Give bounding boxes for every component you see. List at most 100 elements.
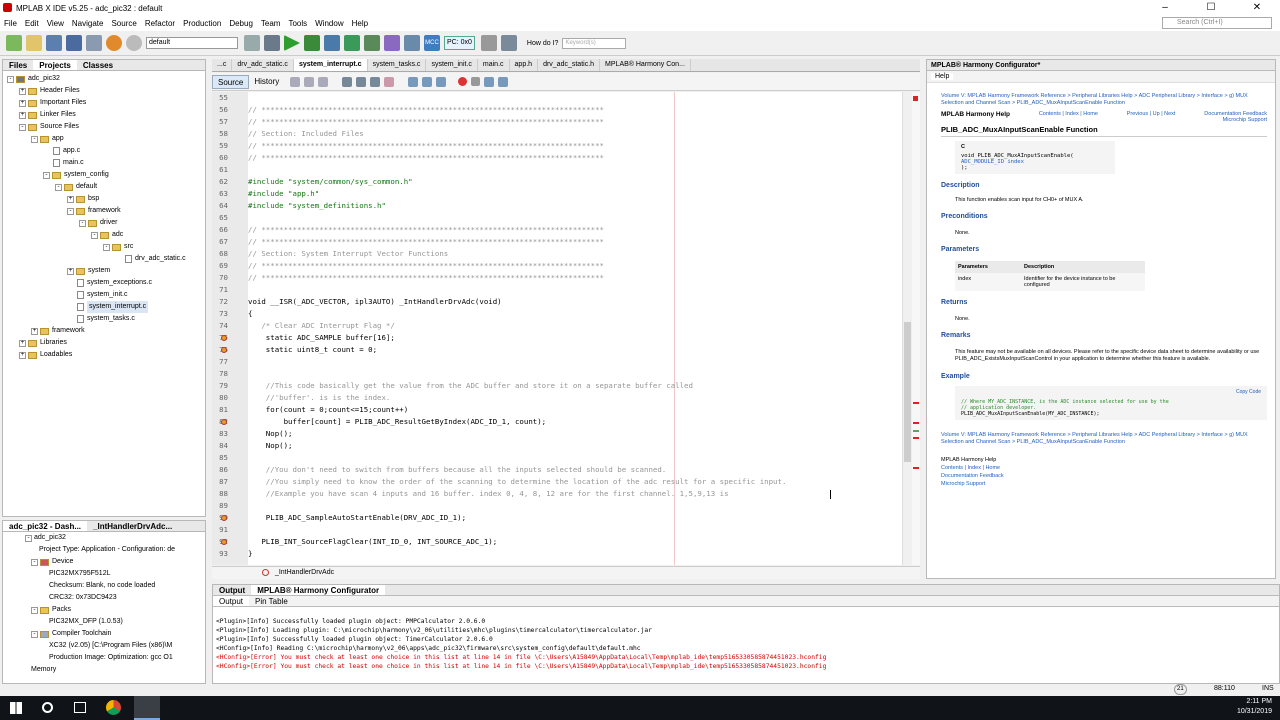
code-line[interactable]: 81 for(count = 0;count<=15;count++) xyxy=(212,404,912,416)
tree-item[interactable]: - adc_pic32 xyxy=(5,73,205,85)
hold-reset-icon[interactable] xyxy=(404,35,420,51)
save-all-icon[interactable] xyxy=(66,35,82,51)
line-number[interactable]: 62 xyxy=(212,176,228,188)
tree-item[interactable]: - default xyxy=(5,181,205,193)
tab-files[interactable]: Files xyxy=(3,60,33,70)
program-device-icon[interactable] xyxy=(304,35,320,51)
tab-editor[interactable]: drv_adc_static.h xyxy=(538,59,601,71)
expand-icon[interactable]: + xyxy=(19,339,26,347)
expand-icon[interactable]: + xyxy=(19,351,26,359)
tree-item[interactable]: - driver xyxy=(5,217,205,229)
code-line[interactable]: 60 // ***********************************… xyxy=(212,152,912,164)
collapse-icon[interactable]: - xyxy=(25,534,32,542)
code-line[interactable]: 72 void __ISR(_ADC_VECTOR, ipl3AUTO) _Int… xyxy=(212,296,912,308)
line-number[interactable]: 61 xyxy=(212,164,228,176)
help-footer-support[interactable]: Microchip Support xyxy=(941,480,1267,488)
line-number[interactable]: 69 xyxy=(212,260,228,272)
collapse-icon[interactable]: - xyxy=(19,123,26,131)
find-icon[interactable] xyxy=(342,76,353,87)
task-view-icon[interactable] xyxy=(74,702,86,713)
editor-scrollbar[interactable] xyxy=(902,92,912,565)
memory-icon[interactable] xyxy=(480,35,497,51)
configuration-select[interactable]: default xyxy=(146,37,238,49)
warning-marker[interactable] xyxy=(913,430,919,432)
line-number[interactable]: 84 xyxy=(212,440,228,452)
new-file-icon[interactable] xyxy=(26,35,42,51)
line-number[interactable]: 63 xyxy=(212,188,228,200)
debug-icon[interactable] xyxy=(324,35,340,51)
tree-item[interactable]: main.c xyxy=(5,157,205,169)
mplab-taskbar-icon[interactable] xyxy=(134,696,160,720)
collapse-icon[interactable]: - xyxy=(43,171,50,179)
build-icon[interactable] xyxy=(264,35,280,51)
collapse-icon[interactable]: - xyxy=(7,75,14,83)
tree-item[interactable]: + framework xyxy=(5,325,205,337)
line-number[interactable]: 86 xyxy=(212,464,228,476)
line-number[interactable]: 72 xyxy=(212,296,228,308)
tree-item[interactable]: - app xyxy=(5,133,205,145)
line-number[interactable]: 56 xyxy=(212,104,228,116)
code-editor[interactable]: 55 56 // *********************************… xyxy=(212,92,912,565)
read-device-icon[interactable] xyxy=(384,35,400,51)
code-line[interactable]: 83 Nop(); xyxy=(212,428,912,440)
find-next-icon[interactable] xyxy=(370,76,381,87)
uncomment-icon[interactable] xyxy=(498,76,509,87)
collapse-icon[interactable]: - xyxy=(79,219,86,227)
code-line[interactable]: 69 // ***********************************… xyxy=(212,260,912,272)
line-number[interactable]: 93 xyxy=(212,548,228,560)
shift-right-icon[interactable] xyxy=(436,76,447,87)
warning-glyph-icon[interactable] xyxy=(221,419,227,425)
help-subtab[interactable]: Help xyxy=(931,73,954,80)
line-number[interactable]: 87 xyxy=(212,476,228,488)
menu-navigate[interactable]: Navigate xyxy=(72,19,104,28)
dash-item[interactable]: - Device xyxy=(25,556,205,568)
menu-file[interactable]: File xyxy=(4,19,17,28)
new-project-icon[interactable] xyxy=(6,35,22,51)
run-icon[interactable] xyxy=(284,35,300,51)
close-project-icon[interactable] xyxy=(86,35,102,51)
last-edit-icon[interactable] xyxy=(290,76,301,87)
tree-item[interactable]: + bsp xyxy=(5,193,205,205)
code-line[interactable]: 70 // ***********************************… xyxy=(212,272,912,284)
line-number[interactable]: 70 xyxy=(212,272,228,284)
tab-output[interactable]: Output xyxy=(213,585,251,595)
tab-editor-active[interactable]: system_interrupt.c xyxy=(293,59,368,71)
code-line[interactable]: 86 //You don't need to switch from buffe… xyxy=(212,464,912,476)
code-line[interactable]: 57 // ***********************************… xyxy=(212,116,912,128)
code-line[interactable]: 91 xyxy=(212,524,912,536)
code-line[interactable]: 89 xyxy=(212,500,912,512)
tab-projects[interactable]: Projects xyxy=(33,60,77,70)
code-line[interactable]: 85 xyxy=(212,452,912,464)
code-line[interactable]: 92 PLIB_INT_SourceFlagClear(INT_ID_0, IN… xyxy=(212,536,912,548)
dash-item[interactable]: - adc_pic32 xyxy=(25,532,205,544)
error-marker[interactable] xyxy=(913,96,918,101)
code-line[interactable]: 84 Nop(); xyxy=(212,440,912,452)
code-line[interactable]: 63 #include "app.h" xyxy=(212,188,912,200)
line-number[interactable]: 60 xyxy=(212,152,228,164)
expand-icon[interactable]: + xyxy=(31,327,38,335)
tab-editor[interactable]: ...c xyxy=(212,59,233,71)
code-line[interactable]: 88 //Example you have scan 4 inputs and … xyxy=(212,488,912,500)
error-marker[interactable] xyxy=(913,402,919,404)
code-line[interactable]: 79 //This code basically get the value f… xyxy=(212,380,912,392)
code-line[interactable]: 73 { xyxy=(212,308,912,320)
line-number[interactable]: 91 xyxy=(212,524,228,536)
find-previous-icon[interactable] xyxy=(356,76,367,87)
line-number[interactable]: 55 xyxy=(212,92,228,104)
search-input[interactable]: Search (Ctrl+I) xyxy=(1162,17,1272,29)
shift-left-icon[interactable] xyxy=(422,76,433,87)
tree-item[interactable]: + Loadables xyxy=(5,349,205,361)
line-number[interactable]: 66 xyxy=(212,224,228,236)
menu-view[interactable]: View xyxy=(47,19,64,28)
subtab-pin-table[interactable]: Pin Table xyxy=(249,596,294,606)
debug-main-project-icon[interactable] xyxy=(344,35,360,51)
scroll-thumb[interactable] xyxy=(904,322,911,462)
tree-item[interactable]: + Header Files xyxy=(5,85,205,97)
collapse-icon[interactable]: - xyxy=(91,231,98,239)
make-program-icon[interactable] xyxy=(364,35,380,51)
tree-item[interactable]: - Source Files xyxy=(5,121,205,133)
line-number[interactable]: 89 xyxy=(212,500,228,512)
code-line[interactable]: 90 PLIB_ADC_SampleAutoStartEnable(DRV_AD… xyxy=(212,512,912,524)
tree-item[interactable]: - framework xyxy=(5,205,205,217)
tab-editor[interactable]: app.h xyxy=(510,59,539,71)
